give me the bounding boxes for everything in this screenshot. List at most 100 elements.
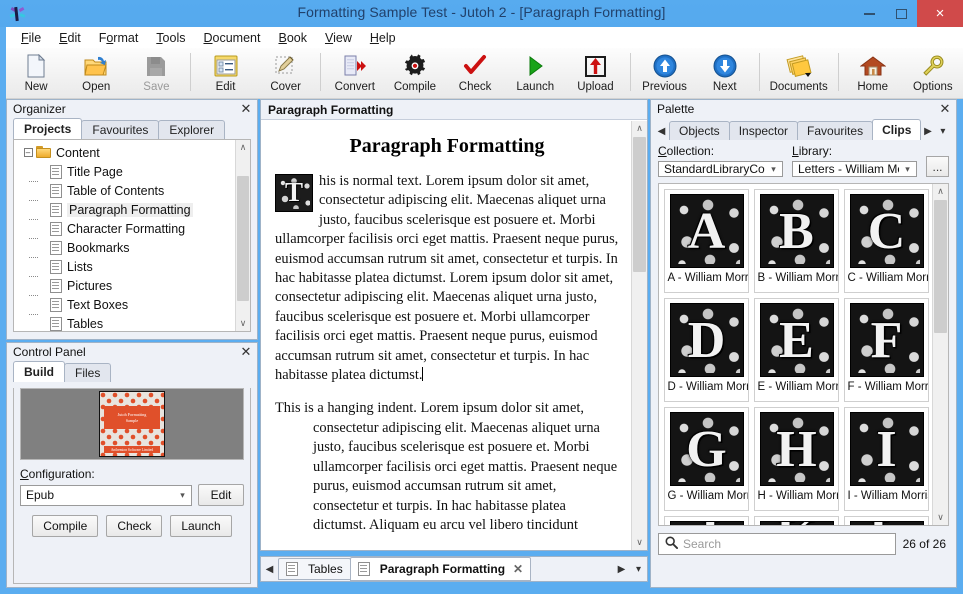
document-scroll-area[interactable]: Paragraph Formatting T his is normal tex… xyxy=(261,121,647,550)
organizer-close-icon[interactable]: ✕ xyxy=(239,101,253,117)
close-button[interactable]: × xyxy=(917,0,963,27)
menu-help[interactable]: Help xyxy=(361,29,405,47)
tree-item-title-page[interactable]: Title Page xyxy=(20,162,250,181)
palette-nav-right-icon[interactable]: ▶ xyxy=(920,126,935,140)
toolbar-previous-button[interactable]: Previous xyxy=(634,50,694,97)
scroll-down-icon[interactable]: ∨ xyxy=(632,535,647,550)
doc-tab-paragraph-formatting[interactable]: Paragraph Formatting ✕ xyxy=(350,557,531,581)
compile-button[interactable]: Compile xyxy=(32,515,98,537)
scroll-up-icon[interactable]: ∧ xyxy=(933,184,948,199)
clip-item[interactable]: B B - William Morris xyxy=(754,189,839,293)
clip-item[interactable]: G G - William Morris xyxy=(664,407,749,511)
scroll-down-icon[interactable]: ∨ xyxy=(933,510,948,525)
project-tree[interactable]: – Content Title Page Table of Contents xyxy=(13,139,251,332)
scroll-down-icon[interactable]: ∨ xyxy=(236,316,250,331)
menu-tools[interactable]: Tools xyxy=(147,29,194,47)
menu-book[interactable]: Book xyxy=(269,29,316,47)
doc-tab-tables[interactable]: Tables xyxy=(278,558,351,580)
tab-build[interactable]: Build xyxy=(13,361,65,382)
cover-thumbnail[interactable]: Jutoh Formatting Sample Anthemion Softwa… xyxy=(99,391,165,457)
tree-item-bookmarks[interactable]: Bookmarks xyxy=(20,238,250,257)
clips-search-box[interactable]: Search xyxy=(658,533,896,555)
toolbar-upload-button[interactable]: Upload xyxy=(565,50,625,97)
clips-scrollbar[interactable]: ∧ ∨ xyxy=(932,184,948,525)
maximize-button[interactable] xyxy=(885,0,917,27)
configuration-edit-button[interactable]: Edit xyxy=(198,484,244,506)
tab-scroll-left-icon[interactable]: ◀ xyxy=(261,564,278,575)
menu-format[interactable]: Format xyxy=(90,29,148,47)
tree-item-tables[interactable]: Tables xyxy=(20,314,250,332)
configuration-select[interactable]: Epub ▾ xyxy=(20,485,192,506)
tab-list-menu-icon[interactable]: ▾ xyxy=(630,564,647,575)
chevron-down-icon[interactable]: ▾ xyxy=(174,490,191,501)
clip-item[interactable]: A A - William Morris xyxy=(664,189,749,293)
minimize-button[interactable] xyxy=(853,0,885,27)
organizer-scrollbar[interactable]: ∧ ∨ xyxy=(235,140,250,331)
toolbar-options-button[interactable]: Options xyxy=(903,50,963,97)
palette-tab-favourites[interactable]: Favourites xyxy=(797,121,873,140)
clip-item[interactable]: E E - William Morris xyxy=(754,298,839,402)
toolbar-documents-button[interactable]: Documents xyxy=(764,50,834,97)
tab-files[interactable]: Files xyxy=(64,363,111,382)
tree-item-lists[interactable]: Lists xyxy=(20,257,250,276)
tree-item-character-formatting[interactable]: Character Formatting xyxy=(20,219,250,238)
palette-close-icon[interactable]: ✕ xyxy=(938,101,952,117)
clip-item[interactable]: D D - William Morris xyxy=(664,298,749,402)
launch-button[interactable]: Launch xyxy=(170,515,231,537)
tab-scroll-right-icon[interactable]: ▶ xyxy=(613,564,630,575)
palette-tab-objects[interactable]: Objects xyxy=(669,121,730,140)
menu-document[interactable]: Document xyxy=(194,29,269,47)
chevron-down-icon[interactable]: ▾ xyxy=(765,164,782,175)
document-paragraph-2[interactable]: This is a hanging indent. Lorem ipsum do… xyxy=(275,399,619,535)
tree-item-table-of-contents[interactable]: Table of Contents xyxy=(20,181,250,200)
doc-tab-close-icon[interactable]: ✕ xyxy=(513,562,523,576)
tree-item-pictures[interactable]: Pictures xyxy=(20,276,250,295)
scroll-up-icon[interactable]: ∧ xyxy=(236,140,250,155)
chevron-down-icon[interactable]: ▾ xyxy=(899,164,916,175)
document-paragraph-1[interactable]: T his is normal text. Lorem ipsum dolor … xyxy=(275,172,619,385)
scroll-thumb[interactable] xyxy=(237,176,249,301)
toolbar-open-button[interactable]: Open xyxy=(66,50,126,97)
expander-content[interactable]: – xyxy=(20,148,36,157)
tree-item-content[interactable]: – Content xyxy=(20,143,250,162)
tree-item-paragraph-formatting[interactable]: Paragraph Formatting xyxy=(20,200,250,219)
clip-item[interactable]: H H - William Morris xyxy=(754,407,839,511)
library-more-button[interactable]: ... xyxy=(926,156,949,177)
clip-item[interactable]: K K - William Morris xyxy=(754,516,839,525)
cover-preview-area[interactable]: Jutoh Formatting Sample Anthemion Softwa… xyxy=(20,388,244,460)
toolbar-new-button[interactable]: New xyxy=(6,50,66,97)
toolbar-check-button[interactable]: Check xyxy=(445,50,505,97)
clip-item[interactable]: I I - William Morris xyxy=(844,407,929,511)
palette-tab-clips[interactable]: Clips xyxy=(872,119,921,140)
scroll-up-icon[interactable]: ∧ xyxy=(632,121,647,136)
toolbar-next-button[interactable]: Next xyxy=(695,50,755,97)
menu-view[interactable]: View xyxy=(316,29,361,47)
menu-file[interactable]: File xyxy=(12,29,50,47)
menu-edit[interactable]: Edit xyxy=(50,29,90,47)
document-editor[interactable]: Paragraph Formatting T his is normal tex… xyxy=(269,121,625,550)
check-button[interactable]: Check xyxy=(106,515,162,537)
collection-select[interactable]: StandardLibraryColle ▾ xyxy=(658,161,783,177)
clip-item[interactable]: F F - William Morris xyxy=(844,298,929,402)
clips-grid-container[interactable]: A A - William Morris B B - William Morri… xyxy=(658,183,949,526)
toolbar-home-button[interactable]: Home xyxy=(843,50,903,97)
palette-tab-inspector[interactable]: Inspector xyxy=(729,121,798,140)
toolbar-compile-button[interactable]: Compile xyxy=(385,50,445,97)
scroll-thumb[interactable] xyxy=(934,200,947,333)
control-panel-close-icon[interactable]: ✕ xyxy=(239,344,253,360)
toolbar-launch-button[interactable]: Launch xyxy=(505,50,565,97)
clip-item[interactable]: L L - William Morris xyxy=(844,516,929,525)
toolbar-cover-button[interactable]: Cover xyxy=(256,50,316,97)
scroll-thumb[interactable] xyxy=(633,137,646,272)
palette-tab-menu-icon[interactable]: ▾ xyxy=(935,126,950,140)
clip-item[interactable]: C C - William Morris xyxy=(844,189,929,293)
document-scrollbar[interactable]: ∧ ∨ xyxy=(631,121,647,550)
clip-item[interactable]: J J - William Morris xyxy=(664,516,749,525)
toolbar-convert-button[interactable]: Convert xyxy=(325,50,385,97)
palette-nav-left-icon[interactable]: ◀ xyxy=(654,126,669,140)
tree-item-text-boxes[interactable]: Text Boxes xyxy=(20,295,250,314)
library-select[interactable]: Letters - William Mor ▾ xyxy=(792,161,917,177)
toolbar-save-button[interactable]: Save xyxy=(126,50,186,97)
tab-explorer[interactable]: Explorer xyxy=(158,120,225,139)
tab-projects[interactable]: Projects xyxy=(13,118,82,139)
